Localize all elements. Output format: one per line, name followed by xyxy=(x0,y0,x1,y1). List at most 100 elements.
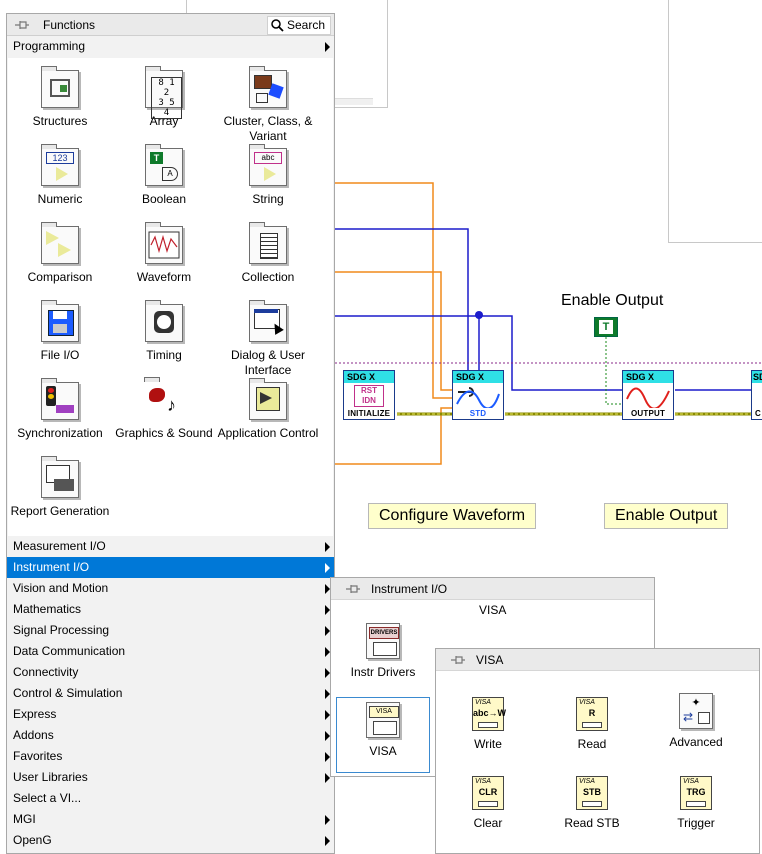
cluster-icon xyxy=(249,66,287,108)
tile-file-io[interactable]: File I/O xyxy=(8,300,112,363)
tile-cluster[interactable]: Cluster, Class, & Variant xyxy=(216,66,320,144)
tile-visa-trigger[interactable]: VISA TRG Trigger xyxy=(651,776,741,830)
numeric-icon: 123 xyxy=(41,144,79,186)
tile-report[interactable]: Report Generation xyxy=(8,456,112,519)
tile-visa-read[interactable]: VISA R Read xyxy=(547,697,637,751)
programming-subpalette: Structures 8 1 23 5 4 Array Cluster, Cla… xyxy=(8,58,333,536)
boolean-icon: T A xyxy=(145,144,183,186)
tile-collection[interactable]: Collection xyxy=(216,222,320,285)
tile-boolean[interactable]: T A Boolean xyxy=(112,144,216,207)
category-label: Signal Processing xyxy=(13,623,110,637)
tile-numeric[interactable]: 123 Numeric xyxy=(8,144,112,207)
tile-graphics[interactable]: ♪ Graphics & Sound xyxy=(112,377,216,441)
sdg-next-node[interactable]: SDG C xyxy=(751,370,762,420)
sdg-std-node[interactable]: SDG X STD xyxy=(452,370,504,420)
waveform-icon xyxy=(145,222,183,264)
enable-output-label[interactable]: Enable Output xyxy=(561,292,663,310)
search-icon xyxy=(271,19,284,32)
drivers-badge: DRIVERS xyxy=(369,627,399,639)
subpalette-title-bar[interactable]: VISA xyxy=(436,649,759,671)
tile-string[interactable]: abc String xyxy=(216,144,320,207)
chevron-right-icon xyxy=(325,542,330,552)
tile-comparison[interactable]: Comparison xyxy=(8,222,112,285)
tile-visa-read-stb[interactable]: VISA STB Read STB xyxy=(547,776,637,830)
tile-label: File I/O xyxy=(40,348,80,362)
tile-visa[interactable]: VISA VISA xyxy=(336,697,430,773)
comparison-icon xyxy=(41,222,79,264)
category-signal-processing[interactable]: Signal Processing xyxy=(7,620,334,641)
category-label: User Libraries xyxy=(13,770,88,784)
category-label: Control & Simulation xyxy=(13,686,123,700)
pin-icon[interactable] xyxy=(450,653,466,667)
category-label: Mathematics xyxy=(13,602,82,616)
functions-palette[interactable]: Functions Search Programming Structures … xyxy=(6,13,335,854)
category-control-simulation[interactable]: Control & Simulation xyxy=(7,683,334,704)
tile-array[interactable]: 8 1 23 5 4 Array xyxy=(112,66,216,129)
visa-advanced-icon: ✦ ⇄ xyxy=(679,693,713,729)
subpalette-title: Instrument I/O xyxy=(371,582,448,596)
tile-visa-advanced[interactable]: ✦ ⇄ Advanced xyxy=(651,693,741,749)
select-a-vi[interactable]: Select a VI... xyxy=(7,788,334,809)
node-footer: OUTPUT xyxy=(623,408,673,419)
wire-junction xyxy=(475,311,483,319)
search-button[interactable]: Search xyxy=(266,16,331,35)
node-header: SDG X xyxy=(344,371,394,383)
palette-title-bar[interactable]: Functions Search xyxy=(7,14,334,36)
configure-waveform-label[interactable]: Configure Waveform xyxy=(368,503,537,529)
tile-application-control[interactable]: Application Control xyxy=(216,378,320,441)
category-mathematics[interactable]: Mathematics xyxy=(7,599,334,620)
palette-category-list: Measurement I/O Instrument I/O Vision an… xyxy=(7,536,334,851)
pin-icon[interactable] xyxy=(14,18,30,32)
tile-dialog[interactable]: Dialog & User Interface xyxy=(216,300,320,378)
category-label: Instrument I/O xyxy=(13,560,90,574)
tile-label: Read STB xyxy=(564,816,620,830)
category-mgi[interactable]: MGI xyxy=(7,809,334,830)
category-programming[interactable]: Programming xyxy=(7,36,334,57)
tile-visa-clear[interactable]: VISA CLR Clear xyxy=(443,776,533,830)
node-header: SDG xyxy=(752,371,762,383)
tile-label: Instr Drivers xyxy=(350,665,416,679)
boolean-glyph: T xyxy=(599,320,613,334)
visa-palette[interactable]: VISA VISA abc→W Write VISA R Read ✦ ⇄ Adva… xyxy=(435,648,760,854)
pin-icon[interactable] xyxy=(345,582,361,596)
category-instrument-io[interactable]: Instrument I/O xyxy=(7,557,334,578)
category-label: OpenG xyxy=(13,833,52,847)
tile-label: Structures xyxy=(32,114,88,128)
tile-waveform[interactable]: Waveform xyxy=(112,222,216,285)
string-icon: abc xyxy=(249,144,287,186)
tile-structures[interactable]: Structures xyxy=(8,66,112,129)
application-control-icon xyxy=(249,378,287,420)
category-connectivity[interactable]: Connectivity xyxy=(7,662,334,683)
tile-synchronization[interactable]: Synchronization xyxy=(8,378,112,441)
tile-visa-write[interactable]: VISA abc→W Write xyxy=(443,697,533,751)
sdg-output-node[interactable]: SDG X OUTPUT xyxy=(622,370,674,420)
tile-label: Clear xyxy=(473,816,503,830)
visa-glyph: R xyxy=(588,708,596,718)
dialog-icon xyxy=(249,300,287,342)
category-express[interactable]: Express xyxy=(7,704,334,725)
sdg-initialize-node[interactable]: SDG X RST IDN INITIALIZE xyxy=(343,370,395,420)
category-data-communication[interactable]: Data Communication xyxy=(7,641,334,662)
category-addons[interactable]: Addons xyxy=(7,725,334,746)
category-label: Favorites xyxy=(13,749,63,763)
tile-instr-drivers[interactable]: DRIVERS Instr Drivers xyxy=(338,623,428,679)
tile-label: Trigger xyxy=(677,816,715,830)
subpalette-title: VISA xyxy=(476,653,504,667)
enable-output-comment[interactable]: Enable Output xyxy=(604,503,729,529)
category-measurement-io[interactable]: Measurement I/O xyxy=(7,536,334,557)
tile-label: Timing xyxy=(146,348,182,362)
boolean-true-constant[interactable]: T xyxy=(594,317,618,337)
visa-write-icon: VISA abc→W xyxy=(472,697,507,731)
visa-glyph: STB xyxy=(583,787,601,797)
category-user-libraries[interactable]: User Libraries xyxy=(7,767,334,788)
category-label: Express xyxy=(13,707,57,721)
category-label: Connectivity xyxy=(13,665,79,679)
visa-glyph: abc→W xyxy=(473,708,507,718)
visa-read-icon: VISA R xyxy=(576,697,608,731)
subpalette-title-bar[interactable]: Instrument I/O xyxy=(331,578,654,600)
tile-timing[interactable]: Timing xyxy=(112,300,216,363)
category-openg[interactable]: OpenG xyxy=(7,830,334,851)
category-vision-motion[interactable]: Vision and Motion xyxy=(7,578,334,599)
category-favorites[interactable]: Favorites xyxy=(7,746,334,767)
chevron-right-icon xyxy=(325,815,330,825)
